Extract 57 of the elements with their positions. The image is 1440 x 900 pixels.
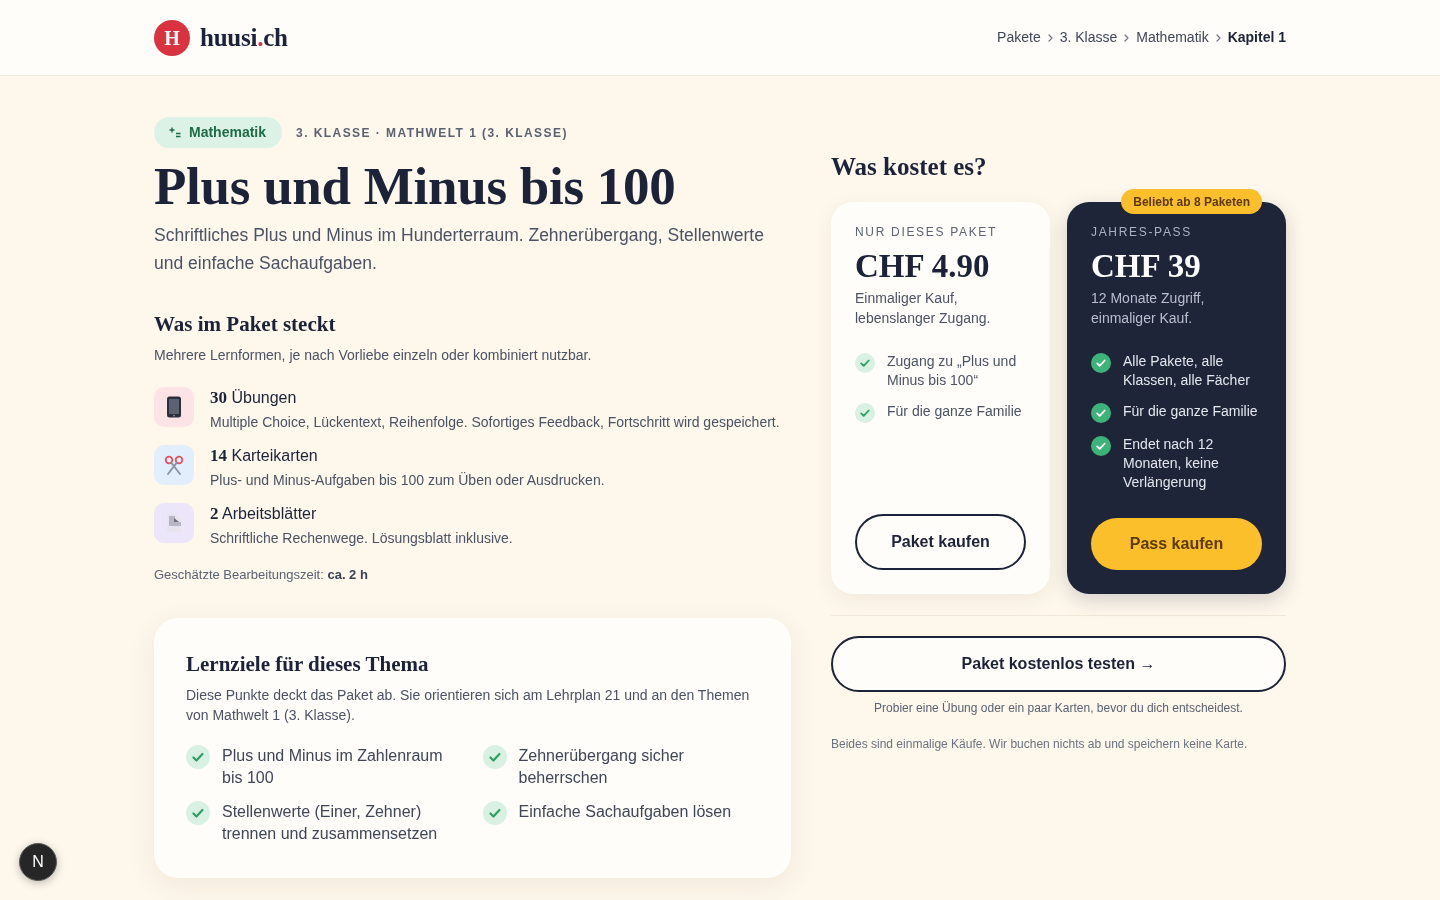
goals-description: Diese Punkte deckt das Paket ab. Sie orientieren sich am Lehrplan 21 und an den Themen von Mathwelt 1 (3. Klasse). bbox=[186, 686, 751, 725]
goal-item: Plus und Minus im Zahlenraum bis 100 bbox=[222, 746, 444, 788]
pricing-heading: Was kostet es? bbox=[831, 152, 988, 182]
breadcrumb-link[interactable]: 3. Klasse bbox=[1059, 27, 1118, 48]
item-description: Multiple Choice, Lückentext, Reihenfolge. Sofortiges Feedback, Fortschritt wird gespeichert. bbox=[210, 413, 780, 432]
section-heading: Was im Paket steckt bbox=[154, 311, 337, 338]
chevron-right-icon bbox=[1124, 33, 1130, 42]
breadcrumb-link[interactable]: Pakete bbox=[997, 27, 1041, 48]
section-intro: Mehrere Lernformen, je nach Vorliebe einzeln oder kombiniert nutzbar. bbox=[154, 346, 593, 365]
check-icon bbox=[186, 745, 210, 769]
plan-note: Einmaliger Kauf, lebenslanger Zugang. bbox=[855, 289, 992, 328]
math-symbols-icon bbox=[169, 127, 181, 138]
goal-item: Zehnerübergang sicher beherrschen bbox=[518, 746, 685, 788]
trial-button[interactable]: Paket kostenlos testen → bbox=[831, 636, 1286, 692]
check-icon bbox=[1091, 436, 1111, 456]
logo-mark[interactable]: H bbox=[154, 19, 190, 56]
item-title: 30 Übungen bbox=[210, 387, 298, 409]
plan-feature: Alle Pakete, alle Klassen, alle Fächer bbox=[1123, 352, 1251, 390]
plan-label: NUR DIESES PAKET bbox=[855, 224, 999, 240]
buy-button[interactable]: Paket kaufen bbox=[855, 514, 1026, 570]
subject-tag: Mathematik bbox=[154, 117, 283, 148]
breadcrumb-link[interactable]: Mathematik bbox=[1136, 27, 1209, 48]
goals-heading: Lernziele für dieses Thema bbox=[186, 651, 430, 678]
page-title: Plus und Minus bis 100 bbox=[154, 157, 677, 215]
trial-note: Probier eine Übung oder ein paar Karten, bevor du dich entscheidest. bbox=[873, 700, 1244, 716]
check-icon bbox=[482, 745, 507, 769]
check-icon bbox=[855, 403, 875, 423]
check-icon bbox=[855, 353, 875, 373]
pricing-footnote: Beides sind einmalige Käufe. Wir buchen nichts ab und speichern keine Karte. bbox=[831, 736, 1249, 752]
plan-feature: Für die ganze Familie bbox=[887, 402, 1022, 421]
buy-button[interactable]: Pass kaufen bbox=[1091, 518, 1262, 570]
item-description: Plus- und Minus-Aufgaben bis 100 zum Üben oder Ausdrucken. bbox=[210, 471, 605, 490]
check-icon bbox=[1091, 353, 1111, 373]
dev-indicator[interactable]: N bbox=[19, 843, 57, 881]
plan-note: 12 Monate Zugriff, einmaliger Kauf. bbox=[1091, 289, 1206, 328]
chevron-right-icon bbox=[1047, 33, 1053, 42]
goal-item: Einfache Sachaufgaben lösen bbox=[518, 802, 732, 822]
context-label: 3. KLASSE · MATHWELT 1 (3. KLASSE) bbox=[296, 124, 568, 142]
plan-feature: Für die ganze Familie bbox=[1123, 402, 1258, 421]
plan-price: CHF 4.90 bbox=[855, 247, 991, 285]
goal-item: Stellenwerte (Einer, Zehner) trennen und zusammensetzen bbox=[222, 802, 439, 844]
check-icon bbox=[482, 801, 507, 825]
check-icon bbox=[1091, 403, 1111, 423]
item-title: 14 Karteikarten bbox=[210, 445, 319, 467]
popular-badge: Beliebt ab 8 Paketen bbox=[1121, 189, 1262, 214]
chevron-right-icon bbox=[1215, 33, 1221, 42]
check-icon bbox=[186, 801, 210, 825]
page-description: Schriftliches Plus und Minus im Hunderterraum. Zehnerübergang, Stellenwerte und einfache Sachaufgaben. bbox=[154, 224, 765, 275]
plan-label: JAHRES-PASS bbox=[1091, 224, 1193, 240]
logo-wordmark[interactable]: huusi.ch bbox=[200, 18, 288, 57]
breadcrumb-link[interactable]: Kapitel 1 bbox=[1227, 27, 1286, 48]
item-description: Schriftliche Rechenwege. Lösungsblatt inklusive. bbox=[210, 529, 513, 548]
plan-feature: Zugang zu „Plus und Minus bis 100“ bbox=[887, 352, 1018, 390]
plan-price: CHF 39 bbox=[1091, 247, 1202, 285]
plan-feature: Endet nach 12 Monaten, keine Verlängerung bbox=[1123, 435, 1220, 492]
time-estimate: Geschätzte Bearbeitungszeit: ca. 2 h bbox=[154, 566, 369, 584]
item-title: 2 Arbeitsblätter bbox=[210, 503, 318, 525]
